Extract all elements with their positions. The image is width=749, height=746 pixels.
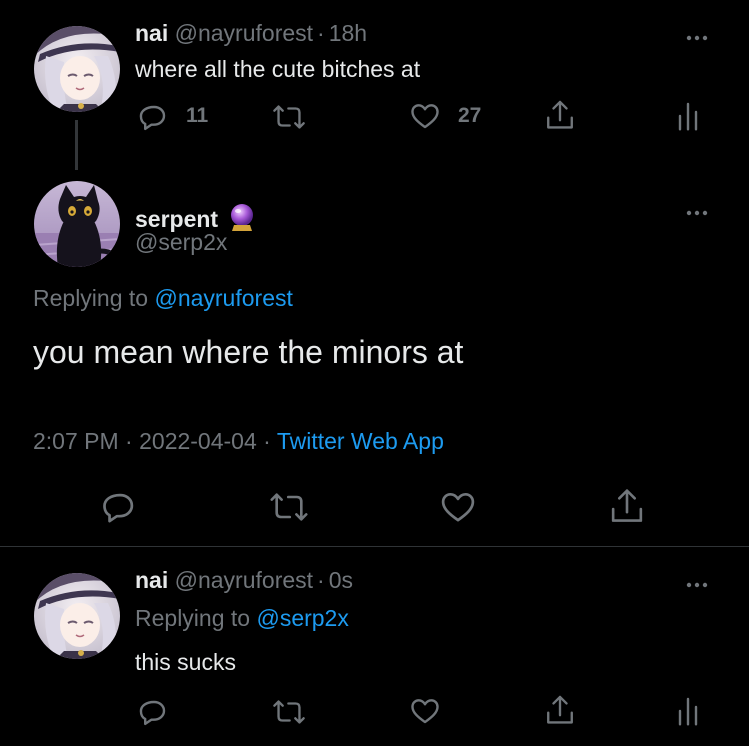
thread-connector-line <box>75 120 78 170</box>
reply-button[interactable] <box>138 696 170 728</box>
tweet-text: where all the cute bitches at <box>135 56 421 82</box>
tweet-time[interactable]: 2:07 PM <box>33 428 119 454</box>
avatar-serpent[interactable] <box>34 181 120 267</box>
tweet-source[interactable]: Twitter Web App <box>277 428 444 454</box>
like-button[interactable] <box>408 100 442 132</box>
tweet-meta: 2:07 PM · 2022-04-04 · Twitter Web App <box>33 428 444 455</box>
author-name[interactable]: nai <box>135 567 168 593</box>
retweet-icon <box>273 105 305 129</box>
reply-icon <box>139 700 166 726</box>
author-handle[interactable]: @serp2x <box>135 229 227 256</box>
tweet-text: you mean where the minors at <box>33 334 464 370</box>
more-icon <box>686 35 708 41</box>
author-handle[interactable]: @nayruforest <box>175 20 313 46</box>
like-button[interactable] <box>438 488 478 526</box>
tweet-text: this sucks <box>135 649 236 675</box>
replying-to-label: Replying to <box>135 605 251 631</box>
avatar-nai[interactable] <box>34 26 120 112</box>
replying-to-line: Replying to @serp2x <box>135 605 349 632</box>
share-icon <box>611 489 643 522</box>
reply-icon <box>103 493 134 523</box>
share-icon <box>547 695 573 724</box>
separator: · <box>125 428 133 454</box>
like-button[interactable] <box>408 695 442 727</box>
share-icon <box>547 100 573 129</box>
share-button[interactable] <box>608 486 646 526</box>
retweet-icon <box>270 493 308 521</box>
author-name[interactable]: serpent <box>135 197 256 233</box>
author-handle[interactable]: @nayruforest <box>175 567 313 593</box>
like-icon <box>441 492 475 522</box>
more-icon <box>686 582 708 588</box>
timestamp[interactable]: 18h <box>329 20 367 46</box>
retweet-button[interactable] <box>272 101 306 133</box>
analytics-button[interactable] <box>676 695 700 727</box>
retweet-icon <box>273 700 305 724</box>
more-options-button[interactable] <box>686 29 708 41</box>
crystal-ball-emoji <box>228 203 256 233</box>
share-button[interactable] <box>544 693 576 727</box>
replying-to-handle[interactable]: @nayruforest <box>154 285 292 311</box>
separator: · <box>317 567 325 593</box>
replying-to-label: Replying to <box>33 285 149 311</box>
retweet-button[interactable] <box>269 488 309 526</box>
like-icon <box>411 104 439 129</box>
reply-button[interactable] <box>101 488 139 526</box>
more-options-button[interactable] <box>686 576 708 588</box>
author-name[interactable]: nai <box>135 20 168 46</box>
avatar-nai[interactable] <box>34 573 120 659</box>
replying-to-line: Replying to @nayruforest <box>33 285 293 312</box>
more-options-button[interactable] <box>686 204 708 216</box>
analytics-button[interactable] <box>676 100 700 132</box>
retweet-button[interactable] <box>272 696 306 728</box>
like-icon <box>411 699 439 724</box>
reply-icon <box>139 105 166 131</box>
separator: · <box>317 20 325 46</box>
reply-button[interactable] <box>138 101 170 133</box>
analytics-icon <box>678 102 698 131</box>
tweet-header: nai @nayruforest · 18h <box>135 20 367 47</box>
tweet-date[interactable]: 2022-04-04 <box>139 428 257 454</box>
separator: · <box>263 428 271 454</box>
timestamp[interactable]: 0s <box>329 567 353 593</box>
more-icon <box>686 210 708 216</box>
like-count: 27 <box>458 104 482 127</box>
replying-to-handle[interactable]: @serp2x <box>256 605 348 631</box>
reply-count: 11 <box>186 104 209 127</box>
divider <box>0 546 749 547</box>
analytics-icon <box>678 697 698 726</box>
tweet-header: nai @nayruforest · 0s <box>135 567 353 594</box>
share-button[interactable] <box>544 98 576 132</box>
